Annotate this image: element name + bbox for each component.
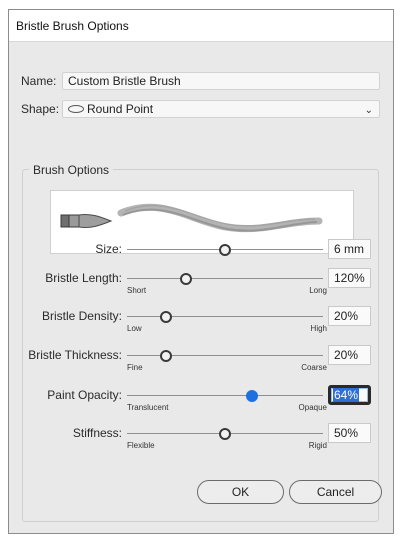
stiffness-input[interactable]: 50% — [328, 423, 371, 443]
shape-select[interactable]: Round Point ⌄ — [62, 100, 380, 118]
shape-select-value: Round Point — [87, 102, 154, 116]
size-knob[interactable] — [219, 244, 231, 256]
bristle-length-input[interactable]: 120% — [328, 268, 371, 288]
round-point-icon — [68, 104, 84, 113]
stiffness-min-label: Flexible — [127, 441, 155, 450]
slider-row-bristle-length: Bristle Length: Short Long 120% — [9, 268, 393, 311]
paint-opacity-min-label: Translucent — [127, 403, 169, 412]
paint-opacity-input[interactable]: 64% — [328, 385, 371, 405]
name-label: Name: — [21, 74, 57, 88]
paint-opacity-track[interactable] — [127, 390, 323, 402]
dialog-body: Name: Custom Bristle Brush Shape: Round … — [9, 42, 393, 533]
bristle-density-max-label: High — [310, 324, 327, 333]
paint-opacity-label: Paint Opacity: — [47, 388, 122, 402]
size-track[interactable] — [127, 244, 323, 256]
bristle-length-max-label: Long — [309, 286, 327, 295]
paint-opacity-value: 64% — [333, 388, 360, 402]
bristle-length-knob[interactable] — [179, 273, 192, 285]
stiffness-track[interactable] — [127, 428, 323, 440]
bristle-brush-options-dialog: Bristle Brush Options Name: Custom Brist… — [8, 9, 394, 534]
size-label: Size: — [95, 242, 122, 256]
chevron-down-icon: ⌄ — [364, 105, 373, 116]
bristle-length-min-label: Short — [127, 286, 147, 295]
bristle-density-label: Bristle Density: — [41, 309, 122, 323]
bristle-thickness-track[interactable] — [127, 350, 323, 362]
bristle-thickness-min-label: Fine — [127, 363, 143, 372]
bristle-density-track[interactable] — [127, 311, 323, 323]
brush-options-title: Brush Options — [29, 163, 114, 177]
slider-row-bristle-thickness: Bristle Thickness: Fine Coarse 20% — [9, 345, 393, 388]
cancel-button[interactable]: Cancel — [289, 480, 382, 504]
size-input[interactable]: 6 mm — [328, 239, 371, 259]
dialog-title: Bristle Brush Options — [16, 19, 129, 33]
paint-opacity-max-label: Opaque — [298, 403, 327, 412]
ok-button[interactable]: OK — [197, 480, 284, 504]
shape-label: Shape: — [21, 102, 60, 116]
bristle-thickness-label: Bristle Thickness: — [28, 348, 122, 362]
bristle-density-knob[interactable] — [160, 311, 173, 323]
stiffness-label: Stiffness: — [72, 426, 122, 440]
paint-opacity-knob[interactable] — [246, 390, 259, 402]
slider-row-stiffness: Stiffness: Flexible Rigid 50% — [9, 423, 393, 466]
bristle-length-label: Bristle Length: — [45, 271, 122, 285]
bristle-density-min-label: Low — [127, 324, 142, 333]
bristle-thickness-knob[interactable] — [160, 350, 173, 362]
bristle-length-track[interactable] — [127, 273, 323, 285]
name-field[interactable]: Custom Bristle Brush — [62, 72, 380, 90]
stiffness-knob[interactable] — [219, 428, 231, 440]
stiffness-max-label: Rigid — [308, 441, 327, 450]
bristle-density-input[interactable]: 20% — [328, 306, 371, 326]
bristle-thickness-input[interactable]: 20% — [328, 345, 371, 365]
slider-row-paint-opacity: Paint Opacity: Translucent Opaque 64% — [9, 385, 393, 428]
slider-row-bristle-density: Bristle Density: Low High 20% — [9, 306, 393, 349]
title-bar: Bristle Brush Options — [9, 10, 393, 42]
bristle-thickness-max-label: Coarse — [301, 363, 327, 372]
brush-icon — [60, 214, 113, 228]
